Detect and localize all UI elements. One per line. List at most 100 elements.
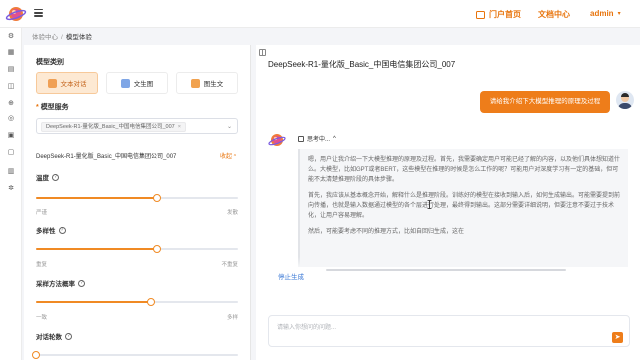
upload-icon[interactable]: ⊕ bbox=[7, 100, 15, 108]
temperature-slider[interactable] bbox=[36, 194, 238, 202]
collapse-label: 收起 bbox=[220, 154, 233, 160]
image-to-text-icon bbox=[190, 78, 200, 88]
sampling-max-label: 多样 bbox=[226, 315, 238, 321]
portal-home-link[interactable]: 门户首页 bbox=[476, 9, 521, 20]
tab-text-to-image[interactable]: 文生图 bbox=[106, 72, 168, 94]
portal-home-label: 门户首页 bbox=[489, 10, 521, 19]
turns-slider[interactable] bbox=[32, 351, 238, 359]
slider-track bbox=[36, 354, 238, 356]
temperature-min-label: 严谨 bbox=[36, 210, 48, 216]
chat-input-box[interactable]: ➤ bbox=[268, 315, 630, 347]
help-icon[interactable]: ? bbox=[52, 173, 59, 181]
model-type-title: 模型类别 bbox=[36, 59, 64, 66]
tab-text-to-image-label: 文生图 bbox=[133, 81, 154, 88]
close-icon[interactable]: × bbox=[178, 124, 181, 130]
split-view-icon[interactable] bbox=[259, 49, 266, 56]
calendar-icon[interactable]: ▥ bbox=[7, 168, 15, 176]
slider-fill bbox=[36, 197, 158, 199]
diversity-max-label: 不重复 bbox=[221, 262, 238, 268]
settings-icon[interactable]: ⚙ bbox=[7, 33, 15, 41]
selected-service-tag: DeepSeek-R1-量化版_Basic_中国电信集团公司_007 × bbox=[41, 122, 186, 132]
bot-avatar-icon bbox=[268, 134, 286, 146]
user-message: 请给我介绍下大模型推理的原理及过程 bbox=[480, 91, 610, 113]
param-diversity-text: 多样性 bbox=[36, 228, 56, 235]
chevron-down-icon: ▾ bbox=[617, 11, 621, 17]
help-icon[interactable]: ? bbox=[65, 332, 72, 340]
tab-text-chat-label: 文本对话 bbox=[60, 81, 87, 88]
horizontal-scrollbar[interactable] bbox=[326, 269, 566, 271]
menu-toggle-icon[interactable] bbox=[34, 9, 43, 17]
slider-handle[interactable] bbox=[147, 298, 156, 306]
slider-handle[interactable] bbox=[153, 194, 162, 202]
param-label-sampling: 采样方法概率? bbox=[36, 278, 85, 288]
link-icon[interactable]: ◎ bbox=[7, 115, 15, 123]
thinking-fade bbox=[298, 257, 628, 267]
docs-center-label: 文档中心 bbox=[538, 10, 570, 19]
gear-icon[interactable]: ✲ bbox=[7, 185, 15, 193]
temperature-max-label: 发散 bbox=[226, 210, 238, 216]
sampling-min-label: 一致 bbox=[36, 315, 48, 321]
document-icon[interactable]: ▤ bbox=[7, 66, 15, 74]
thinking-paragraph: 首先，我应该从基本概念开始，解释什么是推理阶段。训练好的模型在接收到输入后，如何… bbox=[308, 193, 621, 219]
thinking-paragraph: 嗯，用户让我介绍一下大模型推理的原理及过程。首先，我需要确定用户可能已经了解的内… bbox=[308, 157, 621, 183]
current-model-name: DeepSeek-R1-量化版_Basic_中国电信集团公司_007 bbox=[36, 154, 177, 160]
book-icon[interactable]: ▣ bbox=[7, 132, 15, 140]
chevron-up-icon: ^ bbox=[333, 135, 336, 142]
settings-panel: 模型类别 文本对话 文生图 图生文 * 模型服务 DeepSeek-R1-量化版… bbox=[24, 45, 250, 360]
model-service-select[interactable]: DeepSeek-R1-量化版_Basic_中国电信集团公司_007 × ⌄ bbox=[36, 118, 238, 134]
chat-icon bbox=[47, 78, 57, 88]
breadcrumb-item-experience[interactable]: 体验中心 bbox=[32, 34, 58, 41]
thinking-label: 思考中... bbox=[307, 137, 331, 143]
slider-fill bbox=[36, 301, 152, 303]
docs-center-link[interactable]: 文档中心 bbox=[538, 9, 570, 20]
tab-text-chat[interactable]: 文本对话 bbox=[36, 72, 98, 94]
slider-handle[interactable] bbox=[153, 245, 162, 253]
diversity-min-label: 重复 bbox=[36, 262, 48, 268]
icon-sidebar: ⚙ ▦ ▤ ◫ ⊕ ◎ ▣ ▢ ▥ ✲ bbox=[0, 28, 22, 360]
user-avatar bbox=[616, 91, 634, 109]
model-service-title-text: 模型服务 bbox=[40, 104, 69, 111]
param-sampling-text: 采样方法概率 bbox=[36, 281, 75, 288]
chevron-down-icon: ⌄ bbox=[226, 124, 232, 130]
stop-generating-button[interactable]: 停止生成 bbox=[278, 271, 304, 281]
collapse-button[interactable]: 收起 ^ bbox=[220, 151, 236, 160]
grid-icon[interactable]: ▦ bbox=[7, 49, 15, 57]
user-name: admin bbox=[590, 9, 614, 18]
help-icon[interactable]: ? bbox=[78, 279, 85, 287]
diversity-slider[interactable] bbox=[36, 245, 238, 253]
breadcrumb: 体验中心 / 模型体验 bbox=[32, 31, 92, 41]
tab-image-to-text[interactable]: 图生文 bbox=[176, 72, 238, 94]
panel-divider[interactable] bbox=[250, 45, 251, 360]
thinking-paragraph: 然后，可能要考虑不同的推理方式，比如自回归生成，这在 bbox=[308, 229, 465, 235]
slider-fill bbox=[36, 248, 158, 250]
monitor-icon bbox=[476, 10, 485, 19]
param-label-temperature: 温度? bbox=[36, 172, 59, 182]
required-mark: * bbox=[36, 104, 39, 111]
send-icon: ➤ bbox=[614, 334, 621, 341]
text-cursor-icon bbox=[427, 200, 432, 209]
chat-input[interactable] bbox=[277, 322, 577, 334]
tab-image-to-text-label: 图生文 bbox=[203, 81, 224, 88]
logo-icon bbox=[5, 7, 27, 21]
thinking-content: 嗯，用户让我介绍一下大模型推理的原理及过程。首先，我需要确定用户可能已经了解的内… bbox=[298, 149, 628, 267]
slider-handle[interactable] bbox=[32, 351, 40, 359]
sampling-slider[interactable] bbox=[36, 298, 238, 306]
chart-icon[interactable]: ◫ bbox=[7, 83, 15, 91]
image-gen-icon bbox=[120, 78, 130, 88]
breadcrumb-separator: / bbox=[61, 34, 63, 41]
send-button[interactable]: ➤ bbox=[612, 332, 623, 343]
selected-service-label: DeepSeek-R1-量化版_Basic_中国电信集团公司_007 bbox=[46, 124, 175, 130]
help-icon[interactable]: ? bbox=[58, 226, 66, 234]
thinking-icon bbox=[298, 135, 304, 142]
chat-title: DeepSeek-R1-量化版_Basic_中国电信集团公司_007 bbox=[268, 60, 456, 69]
top-bar: 门户首页 文档中心 admin ▾ bbox=[0, 0, 640, 28]
model-service-title: * 模型服务 bbox=[36, 102, 69, 112]
param-label-diversity: 多样性? bbox=[36, 225, 66, 235]
thinking-toggle[interactable]: 思考中... ^ bbox=[298, 134, 336, 143]
param-turns-text: 对话轮数 bbox=[36, 334, 62, 341]
folder-icon[interactable]: ▢ bbox=[7, 149, 15, 157]
param-label-turns: 对话轮数? bbox=[36, 331, 72, 341]
user-menu[interactable]: admin ▾ bbox=[590, 9, 621, 18]
breadcrumb-item-current: 模型体验 bbox=[65, 34, 92, 41]
param-temperature-text: 温度 bbox=[36, 175, 49, 182]
